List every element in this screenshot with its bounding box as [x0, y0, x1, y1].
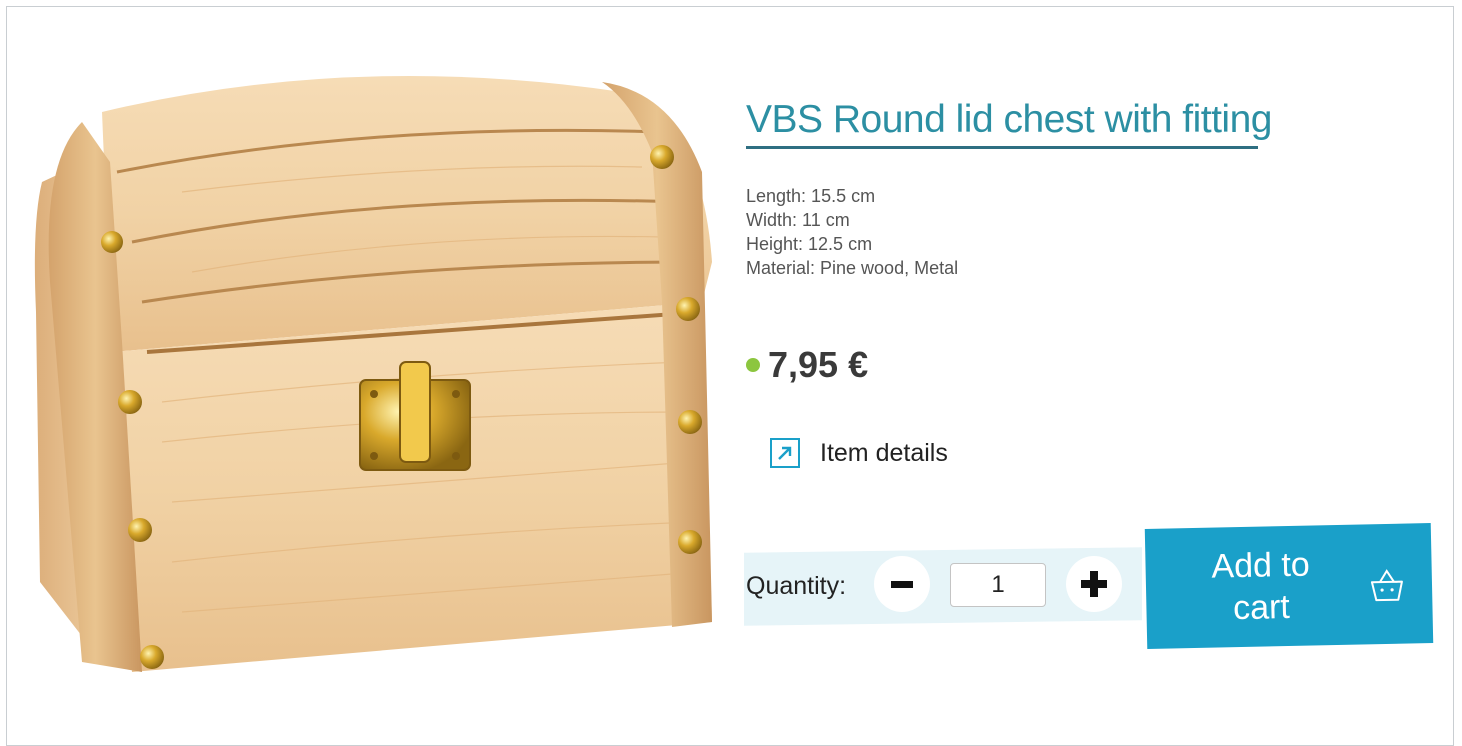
decrease-quantity-button[interactable] [874, 556, 930, 612]
spec-width: Width: 11 cm [746, 210, 850, 230]
availability-dot [746, 358, 760, 372]
spec-length: Length: 15.5 cm [746, 186, 876, 206]
title-underline [746, 146, 1258, 149]
price: 7,95 € [768, 344, 869, 385]
quantity-label: Quantity: [746, 572, 847, 600]
add-to-cart-label: Add to cart [1211, 545, 1311, 628]
spec-height: Height: 12.5 cm [746, 234, 873, 254]
external-arrow-icon [770, 438, 800, 468]
item-details-link[interactable]: Item details [770, 438, 948, 468]
increase-quantity-button[interactable] [1066, 556, 1122, 612]
product-image[interactable] [22, 62, 712, 692]
quantity-input[interactable] [950, 563, 1046, 607]
spec-material: Material: Pine wood, Metal [746, 258, 959, 278]
price-row: 7,95 € [746, 344, 868, 386]
product-specs: Length: 15.5 cm Width: 11 cm Height: 12.… [746, 184, 958, 280]
shopping-basket-icon [1370, 569, 1403, 602]
product-title[interactable]: VBS Round lid chest with fitting [746, 96, 1272, 144]
plus-icon [1081, 571, 1107, 597]
item-details-label: Item details [820, 438, 948, 467]
minus-icon [891, 581, 913, 588]
add-to-cart-button[interactable]: Add to cart [1144, 523, 1434, 649]
